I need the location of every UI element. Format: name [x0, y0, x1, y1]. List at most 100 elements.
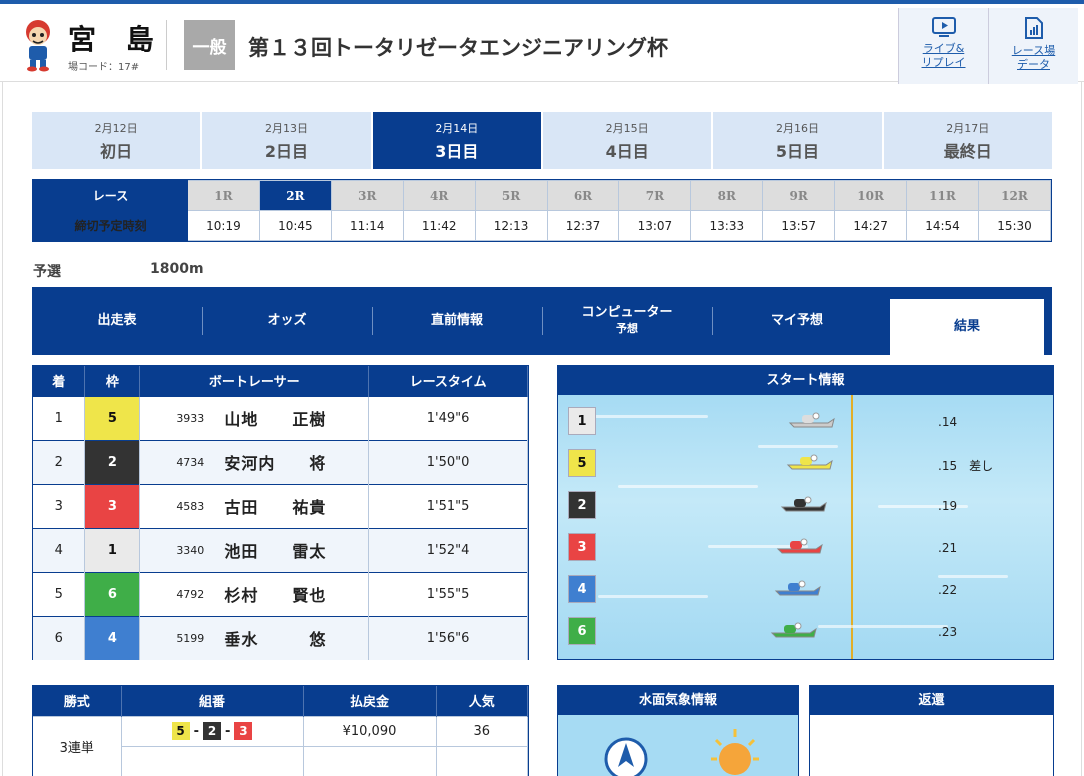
race-deadline-time: 14:54 — [906, 210, 979, 241]
day-name: 4日目 — [605, 142, 649, 161]
race-tab-6R[interactable]: 6R — [546, 180, 620, 211]
results-row: 2 2 4734 安河内 将 1'50"0 — [33, 439, 528, 484]
race-tab-10R[interactable]: 10R — [834, 180, 908, 211]
racer-name: 山地 正樹 — [224, 410, 327, 429]
race-time: 1'49"6 — [368, 395, 528, 440]
racer-id: 5199 — [176, 631, 205, 645]
start-timing: .14 — [938, 415, 958, 429]
race-tab-7R[interactable]: 7R — [618, 180, 692, 211]
deadline-label: 締切予定時刻 — [33, 210, 188, 241]
combo-frame: 3 — [234, 722, 253, 740]
start-timing: .23 — [938, 625, 958, 639]
place: 1 — [33, 395, 86, 440]
race-tab-4R[interactable]: 4R — [402, 180, 476, 211]
frame-badge: 1 — [84, 527, 141, 572]
frame-badge: 2 — [84, 439, 141, 484]
payout-header: 勝式 — [33, 686, 122, 716]
tab-5[interactable]: マイ予想 — [712, 297, 882, 345]
live-replay-button[interactable]: ライブ& リプレイ — [898, 8, 988, 84]
tab-3[interactable]: 直前情報 — [372, 297, 542, 345]
racer-cell: 3933 山地 正樹 — [139, 395, 370, 440]
racer-cell: 4734 安河内 将 — [139, 439, 370, 484]
day-date: 2月17日 — [946, 122, 990, 135]
racer[interactable]: 4792 杉村 賢也 — [140, 582, 368, 606]
frame-badge: 5 — [84, 395, 141, 440]
combo-dash: - — [225, 723, 231, 739]
race-tab-12R[interactable]: 12R — [977, 180, 1052, 211]
racer-id: 4734 — [176, 455, 205, 469]
day-name: 3日目 — [435, 142, 479, 161]
tab-label: 直前情報 — [430, 313, 483, 328]
data-label-1: レース場 — [1011, 44, 1056, 57]
grade-badge: 一般 — [184, 20, 235, 70]
start-timing: .15 差し — [938, 459, 994, 473]
payout-header: 組番 — [121, 686, 304, 716]
race-tab-8R[interactable]: 8R — [690, 180, 764, 211]
day-tab-1[interactable]: 2月12日初日 — [32, 112, 201, 169]
tab-6[interactable]: 結果 — [890, 299, 1044, 355]
results-row: 1 5 3933 山地 正樹 1'49"6 — [33, 395, 528, 440]
live-replay-icon — [931, 17, 956, 37]
start-row: 3.21 — [568, 533, 1048, 563]
start-timing: .19 — [938, 499, 958, 513]
race-tab-3R[interactable]: 3R — [330, 180, 404, 211]
tab-label: マイ予想 — [770, 313, 823, 328]
race-time: 1'51"5 — [368, 483, 528, 528]
day-date: 2月12日 — [94, 122, 138, 135]
race-tab-9R[interactable]: 9R — [762, 180, 836, 211]
tab-label: 結果 — [953, 319, 980, 334]
combo-dash: - — [193, 723, 199, 739]
start-info-title: スタート情報 — [558, 366, 1053, 395]
start-water: 1.14 5.15 差し 2.19 3.21 4.22 6.23 — [558, 395, 1053, 659]
race-deadline-time: 14:27 — [834, 210, 908, 241]
racer-id: 3933 — [176, 411, 205, 425]
racer-name: 古田 祐貴 — [224, 498, 327, 517]
venue-code: 場コード：17# — [68, 62, 140, 73]
racer[interactable]: 4583 古田 祐貴 — [140, 494, 368, 518]
frame-badge: 3 — [84, 483, 141, 528]
boat-icon — [788, 411, 836, 435]
start-row: 5 .15 差し — [568, 449, 1048, 479]
popularity: 36 — [436, 715, 528, 746]
race-tab-5R[interactable]: 5R — [474, 180, 548, 211]
boat-icon — [780, 495, 828, 519]
results-table: 着枠ボートレーサー レースタイム 1 5 3933 山地 正樹 1'49"6 2 2 4734 安… — [32, 365, 529, 660]
race-deadline-time: 13:33 — [690, 210, 764, 241]
stadium-data-button[interactable]: レース場 データ — [988, 8, 1078, 84]
day-tab-3[interactable]: 2月14日 3日目 — [372, 112, 541, 169]
tab-4[interactable]: コンピューター 予想 — [542, 297, 712, 345]
race-tab-1R[interactable]: 1R — [187, 180, 260, 211]
race-title: 第１３回トータリゼータエンジニアリング杯 — [248, 36, 668, 60]
racer[interactable]: 4734 安河内 将 — [140, 450, 368, 474]
results-header: ボートレーサー — [139, 366, 370, 396]
tab-1[interactable]: 出走表 — [32, 297, 202, 345]
day-date: 2月14日 — [435, 122, 479, 135]
place: 4 — [33, 527, 86, 572]
day-name: 5日目 — [775, 142, 820, 161]
race-deadline-time: 13:07 — [618, 210, 692, 241]
racer[interactable]: 3933 山地 正樹 — [140, 406, 368, 430]
mascot-logo — [18, 16, 58, 72]
racer[interactable]: 3340 池田 雷太 — [140, 538, 368, 562]
tab-2[interactable]: オッズ — [202, 297, 372, 345]
racer-cell: 5199 垂水 悠 — [139, 615, 370, 660]
start-row: 2.19 — [568, 491, 1048, 521]
payout-table: 勝式 組番 払戻金 人気 3連単 5-2-3 ¥10,090 36 — [32, 685, 529, 776]
day-tabs: 2月12日 初日 2月13日 2日目 2月14日 3日目 2月15日 4日目 2月16日 5日目 2… — [32, 112, 1052, 169]
race-tab-2R[interactable]: 2R — [258, 180, 332, 211]
racer[interactable]: 5199 垂水 悠 — [140, 626, 368, 650]
racer-name: 安河内 将 — [224, 454, 327, 473]
results-row: 3 3 4583 古田 祐貴 1'51"5 — [33, 483, 528, 528]
day-tab-5[interactable]: 2月16日 5日目 — [713, 112, 882, 169]
race-deadline-time: 15:30 — [977, 210, 1052, 241]
tab-label: 出走表 — [97, 313, 137, 328]
combo-frame: 2 — [203, 722, 221, 740]
day-tab-2[interactable]: 2月13日 2日目 — [202, 112, 371, 169]
day-tab-6[interactable]: 2月17日 最終日 — [883, 112, 1052, 169]
race-tab-11R[interactable]: 11R — [906, 180, 979, 211]
start-info-panel: スタート情報 1.14 5.15 差し 2.19 3.21 4.22 6.23 — [557, 365, 1054, 660]
day-name: 初日 — [100, 142, 133, 161]
sun-icon — [711, 729, 759, 775]
day-tab-4[interactable]: 2月15日 4日目 — [542, 112, 712, 169]
boat-icon — [774, 579, 822, 603]
